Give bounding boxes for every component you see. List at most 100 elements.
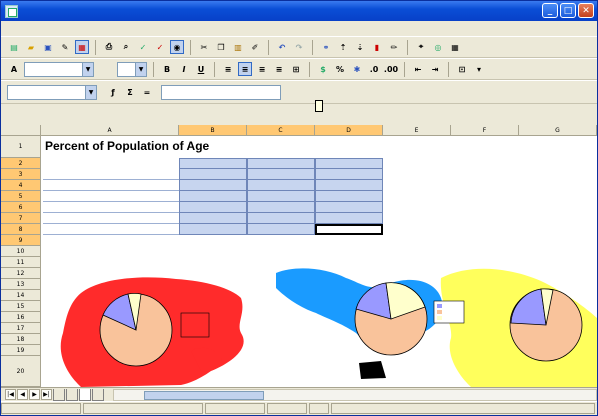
save-icon[interactable]: ▣ <box>41 40 55 54</box>
align-center-icon[interactable]: ≡ <box>238 62 252 76</box>
value-cell[interactable] <box>179 180 247 191</box>
world-map-pie-charts[interactable] <box>41 253 597 387</box>
copy-icon[interactable]: ❐ <box>214 40 228 54</box>
pie-chart-middle[interactable] <box>354 282 428 356</box>
pie-chart-left[interactable] <box>99 293 173 367</box>
last-sheet-icon[interactable]: ▶| <box>41 389 52 400</box>
value-cell[interactable] <box>247 169 315 180</box>
font-name-combo[interactable]: ▼ <box>24 61 94 77</box>
value-cell[interactable] <box>247 202 315 213</box>
row-header-3[interactable]: 3 <box>1 169 41 180</box>
column-header-e[interactable]: E <box>383 125 451 136</box>
draw-functions-icon[interactable]: ✏ <box>387 40 401 54</box>
row-header-12[interactable]: 12 <box>1 268 41 279</box>
row-header-13[interactable]: 13 <box>1 279 41 290</box>
chevron-down-icon[interactable]: ▼ <box>82 62 93 76</box>
gallery-icon[interactable]: ◎ <box>431 40 445 54</box>
value-cell[interactable] <box>315 180 383 191</box>
select-all-corner[interactable] <box>1 125 41 136</box>
row-header-4[interactable]: 4 <box>1 180 41 191</box>
formula-input[interactable] <box>161 84 281 100</box>
bold-icon[interactable]: B <box>160 62 174 76</box>
row-header-7[interactable]: 7 <box>1 213 41 224</box>
region-cell[interactable] <box>43 191 179 202</box>
percent-icon[interactable]: % <box>333 62 347 76</box>
active-cell[interactable] <box>315 224 383 235</box>
value-cell[interactable] <box>179 202 247 213</box>
underline-icon[interactable]: U <box>194 62 208 76</box>
chevron-down-icon[interactable]: ▼ <box>135 62 146 76</box>
name-box[interactable]: ▼ <box>7 84 97 100</box>
data-sources-icon[interactable]: ▦ <box>448 40 462 54</box>
column-header-f[interactable]: F <box>451 125 519 136</box>
table-header-cell[interactable] <box>247 158 315 169</box>
value-cell[interactable] <box>247 213 315 224</box>
spellcheck-icon[interactable]: ✓ <box>136 40 150 54</box>
value-cell[interactable] <box>247 191 315 202</box>
add-decimal-icon[interactable]: .0 <box>367 62 381 76</box>
column-header-c[interactable]: C <box>247 125 315 136</box>
row-header-20[interactable]: 20 <box>1 356 41 387</box>
sort-descending-icon[interactable]: ⇣ <box>353 40 367 54</box>
region-cell[interactable] <box>43 224 179 235</box>
pie-chart-right[interactable] <box>509 288 583 362</box>
row-header-8[interactable]: 8 <box>1 224 41 235</box>
borders-icon[interactable]: ⊡ <box>455 62 469 76</box>
sum-icon[interactable]: Σ <box>123 85 137 99</box>
region-cell[interactable] <box>43 169 179 180</box>
font-size-combo[interactable]: ▼ <box>117 61 147 77</box>
spreadsheet-grid[interactable]: A B C D E F G 1 2 3 4 5 6 7 8 9 10 11 12… <box>1 125 597 387</box>
sheet-tab-1[interactable] <box>53 388 65 401</box>
standard-format-icon[interactable]: ✱ <box>350 62 364 76</box>
table-header-cell[interactable] <box>315 158 383 169</box>
value-cell[interactable] <box>315 213 383 224</box>
value-cell[interactable] <box>315 202 383 213</box>
value-cell[interactable] <box>247 224 315 235</box>
navigator-icon[interactable]: ◉ <box>170 40 184 54</box>
row-header-18[interactable]: 18 <box>1 334 41 345</box>
sheet-tab-3[interactable] <box>79 388 91 401</box>
print-icon[interactable]: ⎙ <box>102 40 116 54</box>
row-header-2[interactable]: 2 <box>1 158 41 169</box>
maximize-button[interactable]: □ <box>560 3 576 18</box>
row-header-11[interactable]: 11 <box>1 257 41 268</box>
redo-icon[interactable]: ↷ <box>292 40 306 54</box>
status-zoom[interactable] <box>205 403 265 414</box>
cut-icon[interactable]: ✂ <box>197 40 211 54</box>
autospell-icon[interactable]: ✓ <box>153 40 167 54</box>
delete-decimal-icon[interactable]: .00 <box>384 62 398 76</box>
row-header-17[interactable]: 17 <box>1 323 41 334</box>
column-header-d[interactable]: D <box>315 125 383 136</box>
row-header-1[interactable]: 1 <box>1 136 41 158</box>
row-header-9[interactable]: 9 <box>1 235 41 246</box>
new-document-icon[interactable]: ▤ <box>7 40 21 54</box>
row-header-6[interactable]: 6 <box>1 202 41 213</box>
value-cell[interactable] <box>315 191 383 202</box>
column-header-b[interactable]: B <box>179 125 247 136</box>
row-header-19[interactable]: 19 <box>1 345 41 356</box>
scrollbar-thumb[interactable] <box>144 390 264 400</box>
paste-icon[interactable]: ▥ <box>231 40 245 54</box>
undo-icon[interactable]: ↶ <box>275 40 289 54</box>
merge-cells-icon[interactable]: ⊞ <box>289 62 303 76</box>
value-cell[interactable] <box>179 191 247 202</box>
horizontal-scrollbar[interactable] <box>113 388 597 401</box>
value-cell[interactable] <box>179 224 247 235</box>
currency-icon[interactable]: $ <box>316 62 330 76</box>
function-wizard-icon[interactable]: ƒ <box>106 85 120 99</box>
chart-icon[interactable]: ▮ <box>370 40 384 54</box>
region-cell[interactable] <box>43 180 179 191</box>
column-header-g[interactable]: G <box>519 125 597 136</box>
italic-icon[interactable]: I <box>177 62 191 76</box>
chevron-down-icon[interactable]: ▾ <box>472 62 486 76</box>
status-mode[interactable] <box>267 403 307 414</box>
increase-indent-icon[interactable]: ⇥ <box>428 62 442 76</box>
value-cell[interactable] <box>315 169 383 180</box>
align-left-icon[interactable]: ≡ <box>221 62 235 76</box>
row-header-15[interactable]: 15 <box>1 301 41 312</box>
chevron-down-icon[interactable]: ▼ <box>85 85 96 99</box>
value-cell[interactable] <box>247 180 315 191</box>
region-cell[interactable] <box>43 213 179 224</box>
open-folder-icon[interactable]: ▰ <box>24 40 38 54</box>
find-replace-icon[interactable]: ⌖ <box>414 40 428 54</box>
